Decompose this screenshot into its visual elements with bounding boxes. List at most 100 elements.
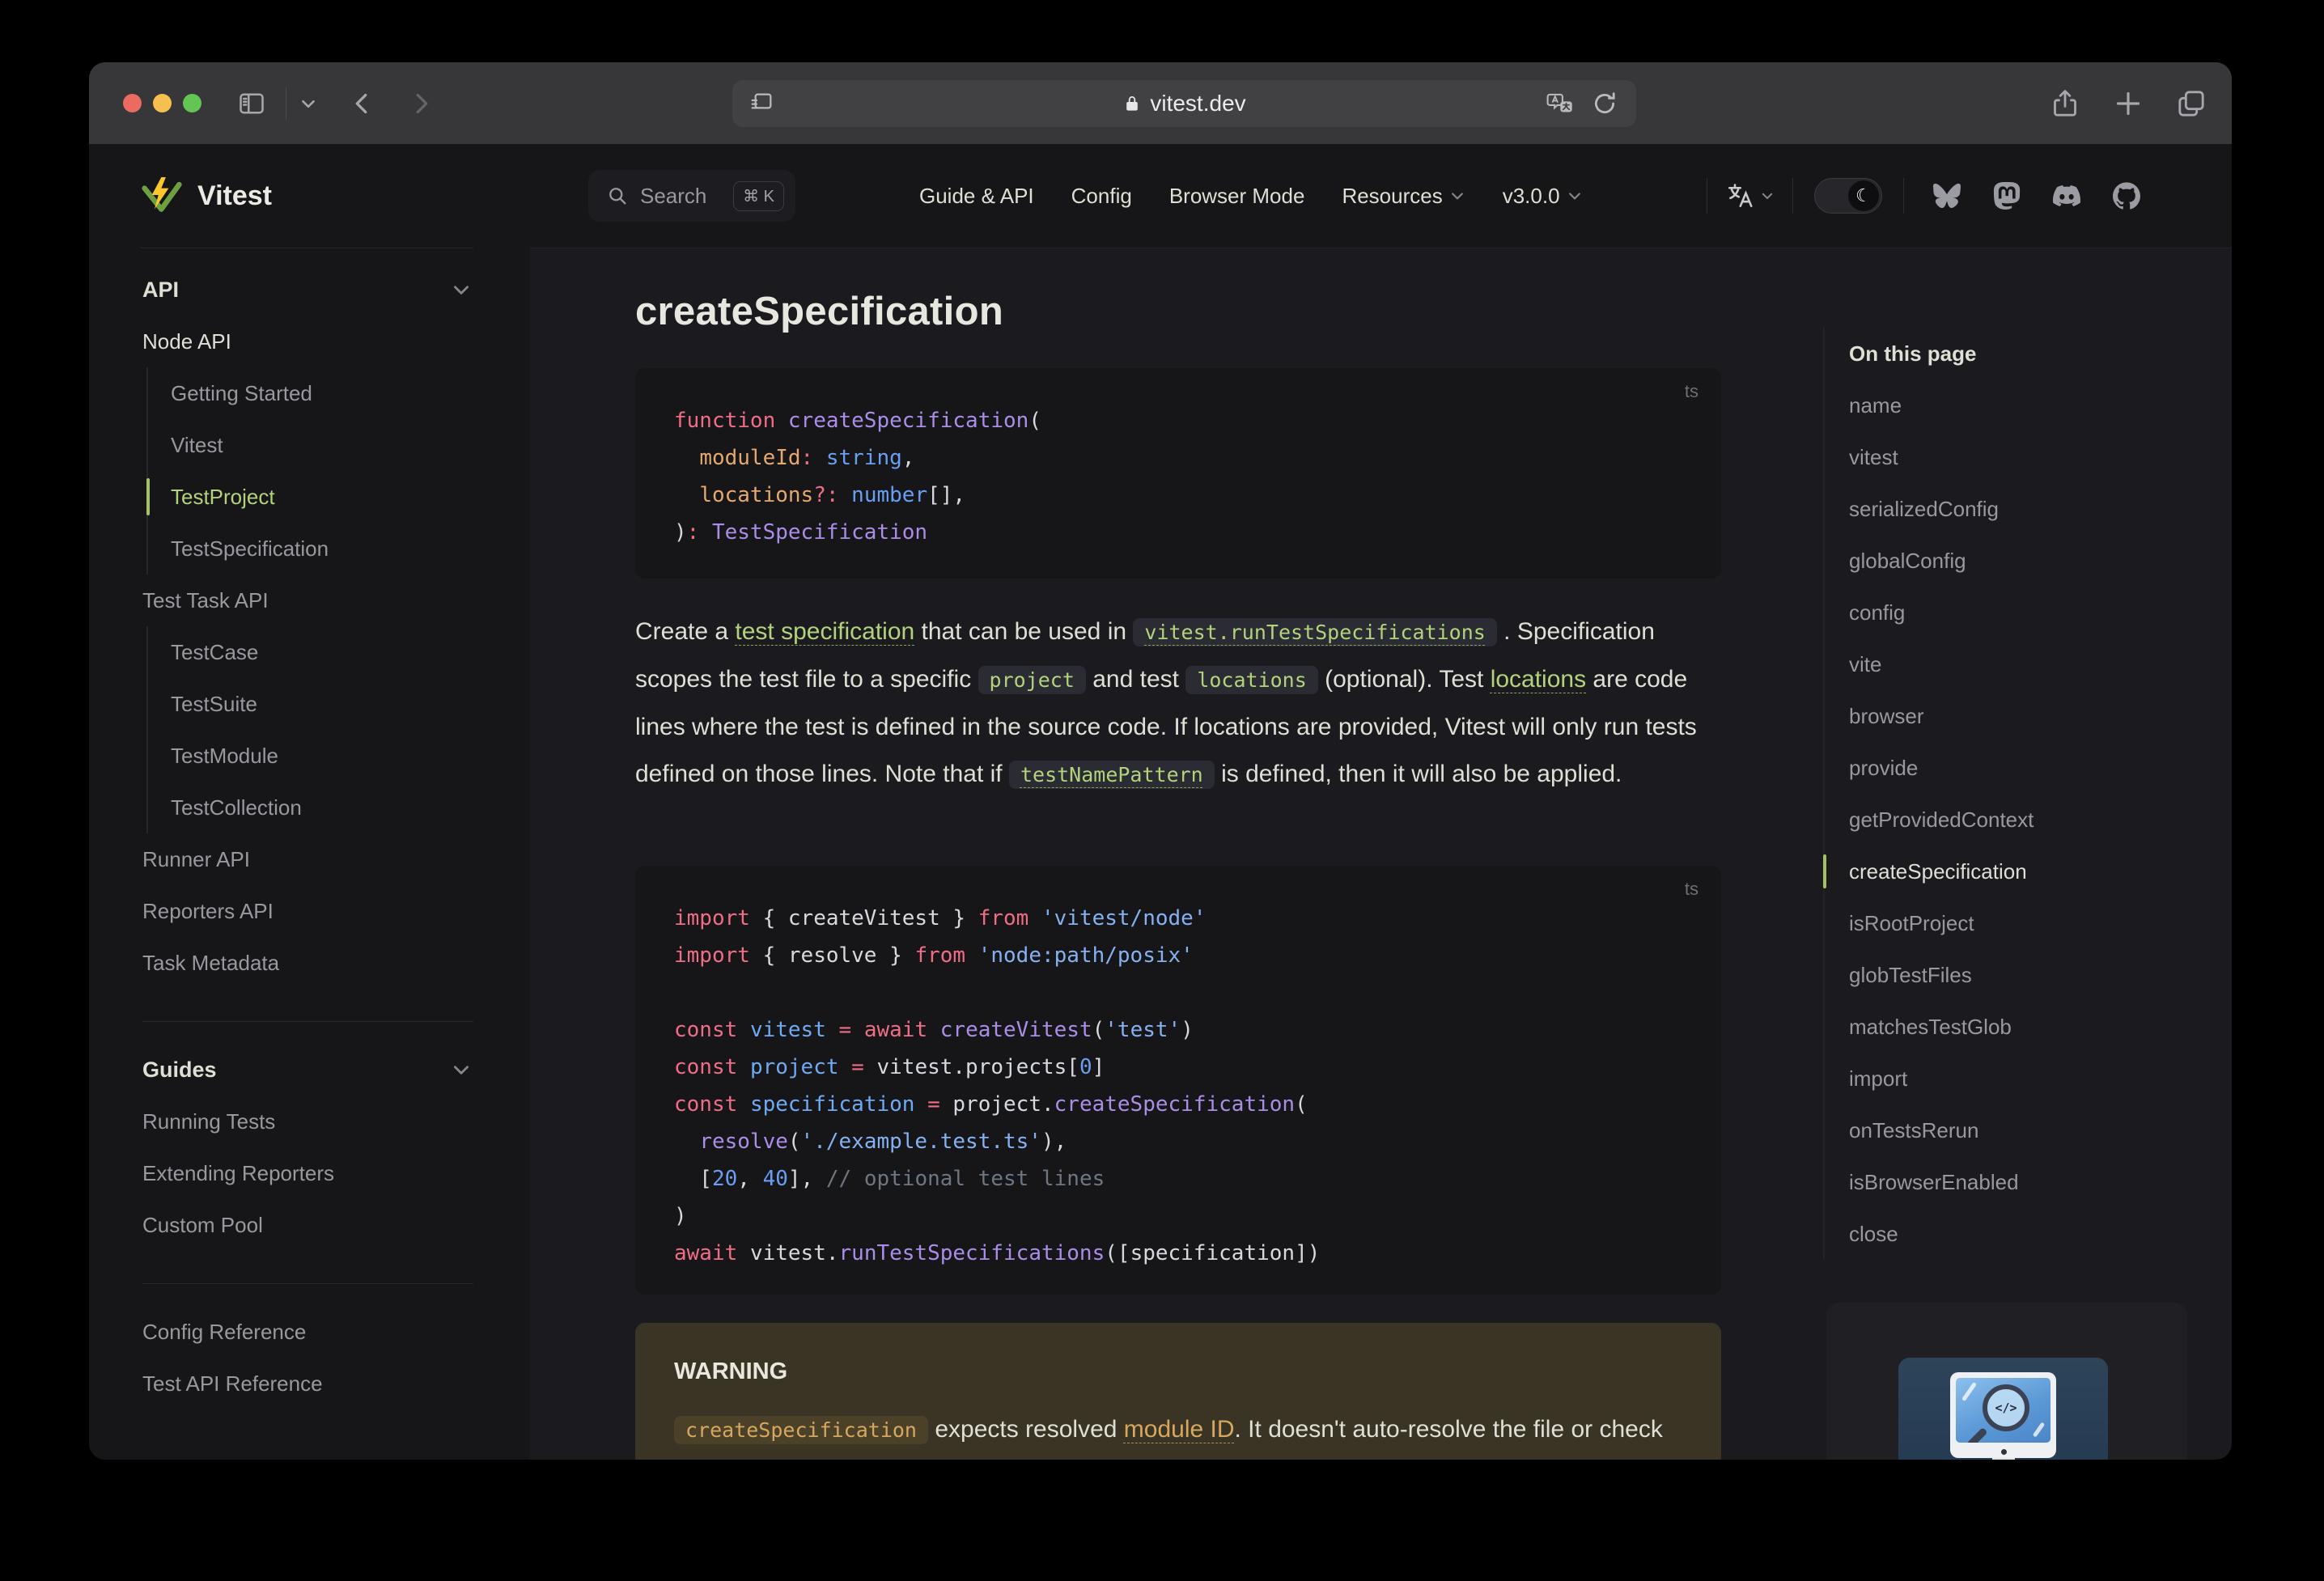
inline-code-link-vitest-runtestspecifications[interactable]: vitest.runTestSpecifications <box>1133 618 1497 646</box>
brand-logo[interactable]: Vitest <box>89 144 530 248</box>
nav-dropdown-resources[interactable]: Resources <box>1342 184 1465 209</box>
new-tab-icon[interactable] <box>2112 87 2144 120</box>
code-line: await vitest.runTestSpecifications([spec… <box>674 1235 1697 1272</box>
sidebar-item-runner-api[interactable]: Runner API <box>89 833 530 885</box>
toc-item-close[interactable]: close <box>1849 1208 2179 1260</box>
code-token: ], <box>787 1167 826 1191</box>
sidebar-item-getting-started[interactable]: Getting Started <box>148 367 530 419</box>
doc-content: createSpecification ts function createSp… <box>530 248 2232 1460</box>
nav-dropdown-v3-0-0[interactable]: v3.0.0 <box>1503 184 1583 209</box>
toc-item-globtestfiles[interactable]: globTestFiles <box>1849 949 2179 1001</box>
sidebar-item-vitest[interactable]: Vitest <box>148 419 530 471</box>
toc-item-serializedconfig[interactable]: serializedConfig <box>1849 483 2179 535</box>
code-token: // optional test lines <box>825 1167 1105 1191</box>
share-icon[interactable] <box>2049 87 2081 120</box>
sidebar-item-extending-reporters[interactable]: Extending Reporters <box>89 1147 530 1199</box>
code-token: [ <box>674 1167 712 1191</box>
toc-item-getprovidedcontext[interactable]: getProvidedContext <box>1849 794 2179 846</box>
page-settings-icon[interactable] <box>749 91 774 117</box>
code-line: function createSpecification( <box>674 402 1697 439</box>
toc-item-provide[interactable]: provide <box>1849 742 2179 794</box>
toc-item-isrootproject[interactable]: isRootProject <box>1849 897 2179 949</box>
language-menu[interactable] <box>1725 181 1775 210</box>
code-token: await <box>674 1241 738 1265</box>
github-icon[interactable] <box>2113 182 2140 210</box>
sidebar-item-testcollection[interactable]: TestCollection <box>148 782 530 833</box>
nav-link-guide-api[interactable]: Guide & API <box>919 184 1034 209</box>
inline-code-project: project <box>978 666 1086 694</box>
browser-sidebar-toggle-icon[interactable] <box>237 62 266 144</box>
sidebar-item-custom-pool[interactable]: Custom Pool <box>89 1199 530 1251</box>
bluesky-icon[interactable] <box>1933 182 1961 210</box>
sidebar-item-running-tests[interactable]: Running Tests <box>89 1096 530 1147</box>
sidebar-item-test-api-reference[interactable]: Test API Reference <box>89 1358 530 1409</box>
address-bar[interactable]: vitest.dev <box>732 80 1636 127</box>
doc-link-test-specification[interactable]: test specification <box>735 618 914 645</box>
doc-link-locations[interactable]: locations <box>1491 666 1586 693</box>
url-text[interactable]: vitest.dev <box>1150 91 1245 117</box>
browser-window: vitest.dev Vitest API Node API Getting S… <box>89 62 2232 1460</box>
code-line: const project = vitest.projects[0] <box>674 1049 1697 1086</box>
toc-item-config[interactable]: config <box>1849 587 2179 638</box>
toc-item-browser[interactable]: browser <box>1849 690 2179 742</box>
sidebar-item-config-reference[interactable]: Config Reference <box>89 1306 530 1358</box>
sidebar-section-api[interactable]: API <box>89 264 530 316</box>
toc-item-matchestestglob[interactable]: matchesTestGlob <box>1849 1001 2179 1053</box>
sidebar-item-reporters-api[interactable]: Reporters API <box>89 885 530 937</box>
sidebar-item-testproject[interactable]: TestProject <box>146 471 530 523</box>
code-token: = <box>851 1055 864 1079</box>
close-window-button[interactable] <box>123 94 142 112</box>
sidebar-section-guides[interactable]: Guides <box>89 1044 530 1096</box>
zoom-window-button[interactable] <box>183 94 201 112</box>
sidebar-item-testsuite[interactable]: TestSuite <box>148 678 530 730</box>
sidebar-item-test-task-api[interactable]: Test Task API <box>89 574 530 626</box>
back-button-icon[interactable] <box>346 62 379 144</box>
social-links <box>1933 182 2140 210</box>
discord-icon[interactable] <box>2053 182 2080 210</box>
text-run: (optional). Test <box>1317 666 1491 693</box>
code-line: resolve('./example.test.ts'), <box>674 1123 1697 1160</box>
inline-code-link-testnamepattern[interactable]: testNamePattern <box>1008 761 1215 789</box>
sponsor-card[interactable]: </> <box>1826 1303 2187 1460</box>
sidebar-item-testmodule[interactable]: TestModule <box>148 730 530 782</box>
toc-item-createspecification[interactable]: createSpecification <box>1823 846 2179 897</box>
reload-icon[interactable] <box>1591 90 1618 117</box>
search-input[interactable]: Search ⌘ K <box>588 170 795 222</box>
sidebar-chevron-down-icon[interactable] <box>296 62 320 144</box>
toc-item-vite[interactable]: vite <box>1849 638 2179 690</box>
browser-chrome: vitest.dev <box>89 62 2232 144</box>
toc-item-import[interactable]: import <box>1849 1053 2179 1104</box>
toc-item-name[interactable]: name <box>1849 379 2179 431</box>
minimize-window-button[interactable] <box>153 94 172 112</box>
code-token: specification <box>1130 1241 1296 1265</box>
toc-item-isbrowserenabled[interactable]: isBrowserEnabled <box>1849 1156 2179 1208</box>
chevron-down-icon <box>1449 188 1465 204</box>
inline-code-locations: locations <box>1185 666 1318 694</box>
sidebar-item-testspecification[interactable]: TestSpecification <box>148 523 530 574</box>
toc-item-vitest[interactable]: vitest <box>1849 431 2179 483</box>
code-token: ([ <box>1105 1241 1130 1265</box>
nav-link-browser-mode[interactable]: Browser Mode <box>1169 184 1305 209</box>
sidebar-item-node-api[interactable]: Node API <box>89 316 530 367</box>
sidebar-item-testcase[interactable]: TestCase <box>148 626 530 678</box>
toc-item-globalconfig[interactable]: globalConfig <box>1849 535 2179 587</box>
sidebar-item-task-metadata[interactable]: Task Metadata <box>89 937 530 989</box>
translate-page-icon[interactable] <box>1546 90 1573 117</box>
tab-overview-icon[interactable] <box>2175 87 2207 120</box>
code-token: from <box>978 906 1029 930</box>
forward-button-icon[interactable] <box>405 62 437 144</box>
mastodon-icon[interactable] <box>1993 182 2021 210</box>
page-title: createSpecification <box>635 290 1004 333</box>
nav-dropdown-label: v3.0.0 <box>1502 183 1560 208</box>
code-token: ) <box>1181 1018 1194 1042</box>
toc-item-ontestsrerun[interactable]: onTestsRerun <box>1849 1104 2179 1156</box>
doc-link-module-id[interactable]: module ID <box>1124 1416 1235 1443</box>
nav-link-config[interactable]: Config <box>1071 184 1132 209</box>
dark-mode-toggle[interactable]: ☾ <box>1814 178 1882 214</box>
